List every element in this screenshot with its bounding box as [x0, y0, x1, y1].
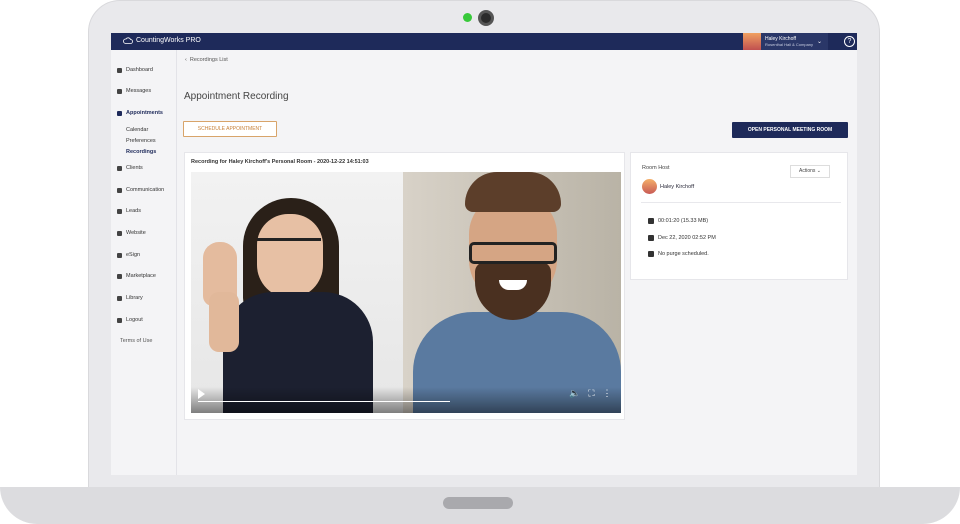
- sidebar-item-library[interactable]: Library: [117, 295, 143, 301]
- camera: [478, 10, 494, 26]
- duration-row: 00:01:20 (15.33 MB): [648, 218, 708, 224]
- sidebar-item-label: Messages: [126, 88, 152, 94]
- video-control-icons: 🔈 ⛶ ⋮: [569, 388, 612, 399]
- sidebar-item-appointments[interactable]: Appointments: [117, 110, 163, 116]
- breadcrumb-label: Recordings List: [189, 57, 228, 63]
- sidebar-item-label: Website: [126, 230, 146, 236]
- store-icon: [117, 273, 122, 279]
- lock-icon: [117, 317, 122, 323]
- sidebar-item-label: Marketplace: [126, 273, 156, 279]
- breadcrumb[interactable]: ‹ Recordings List: [185, 57, 228, 63]
- sidebar-subitem-calendar[interactable]: Calendar: [126, 127, 148, 133]
- figure-glasses: [257, 238, 321, 252]
- host-row: Haley Kirchoff: [642, 179, 694, 194]
- sidebar-item-label: Appointments: [126, 110, 163, 116]
- progress-bar[interactable]: [198, 401, 450, 402]
- sidebar-item-communication[interactable]: Communication: [117, 187, 164, 193]
- purge-row: No purge scheduled.: [648, 251, 709, 257]
- main-content: ‹ Recordings List Appointment Recording …: [177, 50, 857, 475]
- more-icon[interactable]: ⋮: [603, 388, 612, 399]
- calendar-icon: [117, 110, 122, 116]
- date-value: Dec 22, 2020 02:52 PM: [658, 235, 716, 241]
- sidebar-item-label: Library: [126, 295, 143, 301]
- recording-title: Recording for Haley Kirchoff's Personal …: [191, 159, 369, 165]
- sidebar-item-clients[interactable]: Clients: [117, 165, 143, 171]
- sidebar-item-label: Communication: [126, 187, 165, 193]
- video-participant-left: [191, 172, 403, 413]
- fullscreen-icon[interactable]: ⛶: [588, 388, 594, 399]
- monitor-icon: [117, 230, 122, 236]
- host-name: Haley Kirchoff: [660, 183, 695, 190]
- room-host-label: Room Host: [642, 165, 670, 171]
- purge-value: No purge scheduled.: [658, 251, 709, 257]
- actions-dropdown[interactable]: Actions ⌄: [790, 165, 830, 178]
- volume-icon[interactable]: 🔈: [569, 388, 580, 399]
- calendar-icon: [648, 235, 654, 241]
- sidebar-subitem-preferences[interactable]: Preferences: [126, 138, 156, 144]
- cloud-icon: [123, 37, 133, 44]
- date-row: Dec 22, 2020 02:52 PM: [648, 235, 716, 241]
- camera-led: [463, 13, 472, 22]
- video-controls: [191, 387, 621, 413]
- user-menu[interactable]: Haley Kirchoff Rosenthal Hall & Company …: [743, 33, 829, 50]
- sidebar-item-label: Logout: [126, 317, 143, 323]
- sidebar-item-label: Leads: [126, 208, 141, 214]
- sidebar-item-marketplace[interactable]: Marketplace: [117, 273, 156, 279]
- laptop-notch: [443, 497, 513, 509]
- open-meeting-room-button[interactable]: OPEN PERSONAL MEETING ROOM: [732, 122, 848, 138]
- sidebar-item-dashboard[interactable]: Dashboard: [117, 67, 153, 73]
- trash-icon: [648, 251, 654, 257]
- chat-icon: [117, 88, 122, 94]
- sidebar-item-website[interactable]: Website: [117, 230, 146, 236]
- sidebar: Dashboard Messages Appointments Calendar…: [111, 50, 177, 475]
- figure-hair: [465, 172, 561, 212]
- app-screen: CountingWorks PRO Haley Kirchoff Rosenth…: [111, 33, 857, 475]
- sidebar-item-logout[interactable]: Logout: [117, 317, 143, 323]
- sidebar-item-label: eSign: [126, 252, 141, 258]
- brand-name: CountingWorks PRO: [136, 37, 201, 44]
- recording-card: Recording for Haley Kirchoff's Personal …: [184, 152, 625, 420]
- actions-label: Actions: [799, 168, 816, 174]
- sidebar-item-label: Clients: [126, 165, 143, 171]
- video-player[interactable]: 🔈 ⛶ ⋮: [191, 172, 621, 413]
- chevron-down-icon: ⌄: [817, 39, 823, 45]
- dashboard-icon: [117, 67, 122, 73]
- book-icon: [117, 295, 122, 301]
- pen-icon: [117, 252, 122, 258]
- avatar: [642, 179, 657, 194]
- page-title: Appointment Recording: [184, 91, 289, 102]
- figure-face: [257, 214, 323, 298]
- divider: [641, 202, 841, 203]
- sidebar-item-leads[interactable]: Leads: [117, 208, 141, 214]
- terms-link[interactable]: Terms of Use: [120, 338, 152, 344]
- top-bar: CountingWorks PRO Haley Kirchoff Rosenth…: [111, 33, 857, 50]
- sidebar-item-esign[interactable]: eSign: [117, 252, 140, 258]
- sidebar-subitem-recordings[interactable]: Recordings: [126, 149, 156, 155]
- details-panel: Room Host Actions ⌄ Haley Kirchoff 00:01…: [630, 152, 848, 280]
- film-icon: [648, 218, 654, 224]
- sidebar-item-label: Dashboard: [126, 67, 153, 73]
- user-info: Haley Kirchoff Rosenthal Hall & Company: [765, 36, 814, 47]
- avatar: [743, 33, 761, 50]
- duration-value: 00:01:20 (15.33 MB): [658, 218, 709, 224]
- sidebar-item-messages[interactable]: Messages: [117, 88, 151, 94]
- play-icon[interactable]: [198, 389, 205, 399]
- brand-logo[interactable]: CountingWorks PRO: [123, 36, 201, 45]
- figure-glasses: [469, 242, 557, 264]
- schedule-appointment-button[interactable]: SCHEDULE APPOINTMENT: [183, 121, 277, 137]
- mail-icon: [117, 187, 122, 193]
- figure-arm: [209, 292, 239, 352]
- chart-icon: [117, 208, 122, 214]
- users-icon: [117, 165, 122, 171]
- video-participant-right: [403, 172, 621, 413]
- help-icon[interactable]: ?: [844, 36, 855, 47]
- user-company: Rosenthal Hall & Company: [765, 41, 814, 47]
